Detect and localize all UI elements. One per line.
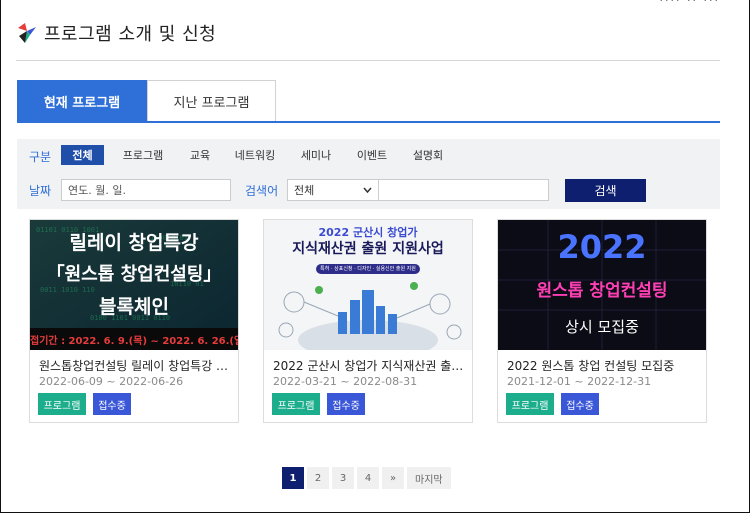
category-education[interactable]: 교육	[183, 145, 217, 165]
thumb-line-4: 접기간 : 2022. 6. 9.(목) ~ 2022. 6. 26.(일	[30, 336, 238, 347]
thumb-line-1: 2022	[557, 228, 647, 266]
next-page-button[interactable]: »	[382, 467, 404, 489]
page-1[interactable]: 1	[282, 467, 304, 489]
tab-underline	[17, 121, 720, 123]
program-tabs: 현재 프로그램 지난 프로그램	[17, 80, 276, 122]
thumb-line-3: 블록체인	[99, 296, 169, 318]
page-4[interactable]: 4	[357, 467, 379, 489]
badge-open: 접수중	[93, 393, 131, 415]
pagination: 1 2 3 4 » 마지막	[282, 467, 454, 489]
top-clipped-text: ···· ·· ···	[659, 0, 720, 7]
thumb-line-1: 릴레이 창업특강	[69, 232, 199, 254]
card-title[interactable]: 2022 군산시 창업가 지식재산권 출원 지원사업	[273, 357, 465, 374]
badge-program: 프로그램	[506, 393, 554, 415]
page-3[interactable]: 3	[332, 467, 354, 489]
category-seminar[interactable]: 세미나	[295, 145, 337, 165]
program-card[interactable]: 2022 원스톱 창업컨설팅 상시 모집중 2022 원스톱 창업 컨설팅 모집…	[497, 219, 707, 423]
card-date: 2021-12-01 ~ 2022-12-31	[507, 375, 652, 388]
card-date: 2022-06-09 ~ 2022-06-26	[39, 375, 184, 388]
thumb-line-3: 특허 · 상표신청 · 디자인 · 실용신안 출원 지원	[320, 266, 416, 272]
tab-current-programs[interactable]: 현재 프로그램	[17, 80, 147, 122]
keyword-label: 검색어	[245, 184, 279, 198]
last-page-button[interactable]: 마지막	[407, 467, 451, 489]
thumb-line-2: 원스톱 창업컨설팅	[536, 281, 668, 301]
page-title: 프로그램 소개 및 신청	[44, 24, 217, 45]
chevron-down-icon	[363, 187, 372, 193]
card-date: 2022-03-21 ~ 2022-08-31	[273, 375, 418, 388]
category-all[interactable]: 전체	[61, 145, 104, 165]
page-2[interactable]: 2	[307, 467, 329, 489]
search-button[interactable]: 검색	[565, 179, 646, 202]
category-event[interactable]: 이벤트	[351, 145, 393, 165]
badge-open: 접수중	[561, 393, 599, 415]
date-placeholder: 연도. 월. 일.	[68, 184, 126, 197]
select-value: 전체	[294, 184, 315, 197]
program-card[interactable]: 2022 군산시 창업가 지식재산권 출원 지원사업 특허 · 상표신청 · 디…	[263, 219, 473, 423]
card-thumbnail[interactable]: 2022 군산시 창업가 지식재산권 출원 지원사업 특허 · 상표신청 · 디…	[264, 220, 472, 350]
card-title[interactable]: 원스톱창업컨설팅 릴레이 창업특강 (블록체인)	[39, 357, 231, 374]
star-logo-icon	[18, 23, 36, 43]
program-card[interactable]: 01101 0110 1001 1100 0101 0011 1010 110 10…	[29, 219, 239, 423]
title-divider	[16, 60, 720, 61]
category-briefing[interactable]: 설명회	[407, 145, 449, 165]
badge-program: 프로그램	[272, 393, 320, 415]
thumb-line-2: 「원스톱 창업컨설팅」	[46, 264, 222, 285]
card-thumbnail[interactable]: 01101 0110 1001 1100 0101 0011 1010 110 10…	[30, 220, 238, 350]
thumb-line-3: 상시 모집중	[565, 318, 639, 336]
date-label: 날짜	[29, 184, 52, 198]
keyword-input[interactable]	[379, 179, 549, 201]
page-header: 프로그램 소개 및 신청	[16, 20, 216, 46]
badge-open: 접수중	[327, 393, 365, 415]
category-networking[interactable]: 네트워킹	[230, 145, 280, 165]
category-label: 구분	[29, 150, 52, 164]
thumb-line-2: 지식재산권 출원 지원사업	[292, 241, 444, 257]
search-type-select[interactable]: 전체	[287, 179, 379, 201]
filter-panel: 구분 전체 프로그램 교육 네트워킹 세미나 이벤트 설명회 날짜 연도. 월.…	[17, 139, 720, 209]
badge-program: 프로그램	[38, 393, 86, 415]
date-input[interactable]: 연도. 월. 일.	[61, 179, 231, 201]
card-title[interactable]: 2022 원스톱 창업 컨설팅 모집중	[507, 357, 699, 374]
category-program[interactable]: 프로그램	[117, 145, 169, 165]
card-thumbnail[interactable]: 2022 원스톱 창업컨설팅 상시 모집중	[498, 220, 706, 350]
tab-past-programs[interactable]: 지난 프로그램	[147, 80, 276, 122]
